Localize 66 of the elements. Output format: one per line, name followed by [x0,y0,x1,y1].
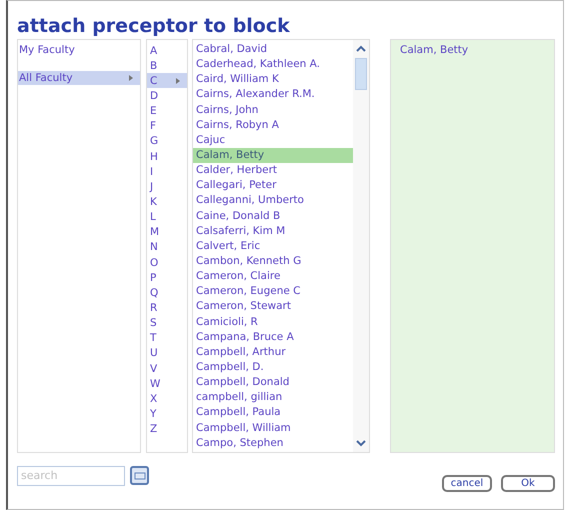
search-button[interactable] [130,466,149,485]
cancel-button[interactable]: cancel [442,475,492,492]
ok-button[interactable]: Ok [501,475,555,492]
letter-item[interactable]: W [147,376,187,392]
letter-item[interactable]: M [147,224,187,240]
attached-item[interactable]: Calam, Betty [397,43,548,58]
name-item[interactable]: Cambon, Kenneth G [193,254,353,270]
name-item[interactable]: Cairns, Robyn A [193,118,353,133]
name-item[interactable]: Cairns, Alexander R.M. [193,87,353,103]
letter-item[interactable]: S [147,316,187,331]
letter-item[interactable]: Y [147,406,187,422]
arrow-icon [175,78,181,84]
dialog-title: attach preceptor to block [17,15,291,37]
name-item[interactable]: campbell, gillian [193,390,353,406]
name-item[interactable]: Campbell, D. [193,360,353,376]
name-item[interactable]: Caine, Donald B [193,208,353,224]
letter-item[interactable]: V [147,360,187,376]
name-item[interactable]: Campbell, Paula [193,405,353,421]
letter-item[interactable]: E [147,104,187,119]
name-item[interactable]: Caird, William K [193,72,353,88]
name-item[interactable]: Cameron, Stewart [193,299,353,315]
name-item[interactable]: Caderhead, Kathleen A. [193,57,353,72]
letter-item[interactable]: G [147,134,187,149]
name-item[interactable]: Cabral, David [193,42,353,58]
letter-item[interactable]: Q [147,285,187,300]
letter-item[interactable]: F [147,118,187,134]
name-item[interactable]: Campbell, Arthur [193,344,353,360]
name-item[interactable]: Calvert, Eric [193,238,353,254]
search-field[interactable]: search [17,466,125,486]
letter-item[interactable]: H [147,148,187,164]
name-item[interactable]: Cameron, Eugene C [193,284,353,300]
name-item[interactable]: Cajuc [193,132,353,148]
letter-item[interactable]: X [147,391,187,406]
letter-item[interactable]: L [147,210,187,225]
scroll-thumb[interactable] [355,58,367,90]
name-item[interactable]: Callegari, Peter [193,178,353,194]
name-item[interactable]: Campbell, Donald [193,375,353,390]
letter-item[interactable]: A [147,43,187,58]
letter-item[interactable]: C [147,73,187,88]
letter-item[interactable]: U [147,346,187,361]
arrow-icon [128,75,134,81]
letter-item[interactable]: N [147,240,187,255]
name-item[interactable]: Campana, Bruce A [193,330,353,345]
letter-item[interactable]: D [147,88,187,104]
name-item[interactable]: Campbell, William [193,420,353,436]
letter-item[interactable]: J [147,179,187,194]
scrollbar[interactable] [353,40,369,452]
letter-item[interactable]: R [147,300,187,316]
letter-item[interactable]: K [147,194,187,210]
letter-item[interactable]: Z [147,422,187,437]
window-icon [134,470,146,482]
name-item[interactable]: Cameron, Claire [193,269,353,284]
letter-item[interactable]: I [147,164,187,180]
name-item[interactable]: Camicioli, R [193,314,353,330]
name-item[interactable]: Calder, Herbert [193,163,353,178]
letter-item[interactable]: P [147,270,187,286]
letter-item[interactable]: O [147,254,187,270]
letter-item[interactable]: T [147,330,187,346]
name-item[interactable]: Calam, Betty [193,148,353,164]
letter-item[interactable]: B [147,58,187,74]
name-item[interactable]: Campo, Stephen [193,436,353,451]
name-item[interactable]: Calleganni, Umberto [193,193,353,209]
name-item[interactable]: Calsaferri, Kim M [193,224,353,239]
faculty-item[interactable]: All Faculty [18,71,140,85]
name-item[interactable]: Cairns, John [193,102,353,118]
faculty-item[interactable]: My Faculty [18,43,140,57]
